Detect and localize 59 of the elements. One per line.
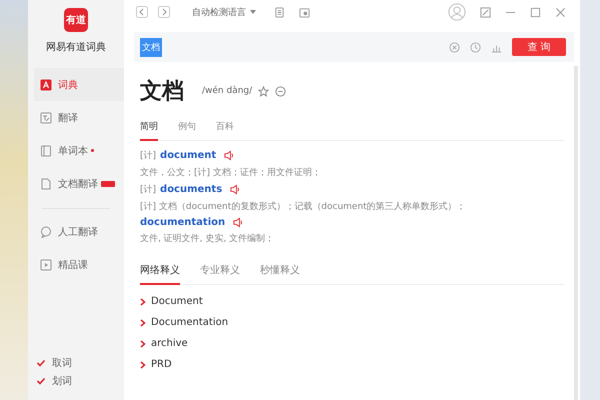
search-button[interactable]: 查 询 <box>512 38 566 56</box>
sidebar-item[interactable]: 人工翻译 <box>34 215 124 248</box>
chevron-icon[interactable] <box>140 298 146 306</box>
phonetic: /wén dàng/ <box>202 86 252 96</box>
minus-circle-icon[interactable] <box>275 86 286 96</box>
search-field[interactable]: 文档 <box>140 38 162 56</box>
history-clock-icon[interactable] <box>470 42 481 52</box>
language-dropdown[interactable]: 自动检测语言 <box>188 6 260 18</box>
forward-button[interactable] <box>158 6 170 18</box>
term-link[interactable]: documents <box>160 184 222 195</box>
user-avatar-icon[interactable] <box>448 3 466 21</box>
translate-icon <box>40 112 52 124</box>
chevron-icon[interactable] <box>140 318 146 326</box>
screenshot-icon[interactable] <box>299 6 310 18</box>
tab[interactable]: 专业释义 <box>200 263 240 285</box>
chevron-icon[interactable] <box>140 360 146 368</box>
sidebar-item[interactable]: 精品课 <box>34 248 124 281</box>
domain-tag: [计] <box>140 183 156 196</box>
caret-icon <box>250 10 256 14</box>
sidebar-item[interactable]: 翻译 <box>34 101 124 134</box>
tab[interactable]: 例句 <box>178 120 196 141</box>
tab[interactable]: 百科 <box>216 120 234 141</box>
sidebar-item[interactable]: 单词本 <box>34 134 124 167</box>
definition: [计] 文档（document的复数形式）；记载（document的第三人称单数形式）； <box>140 200 467 213</box>
speaker-icon[interactable] <box>230 184 242 195</box>
tab[interactable]: 秒懂释义 <box>260 263 300 285</box>
term-link[interactable]: documentation <box>140 217 226 228</box>
star-icon[interactable] <box>258 86 270 96</box>
web-definition[interactable]: Document <box>151 296 203 307</box>
web-definition[interactable]: archive <box>151 338 188 349</box>
close-icon[interactable] <box>555 6 566 18</box>
maximize-icon[interactable] <box>530 6 541 18</box>
definition: 文件，公文；[计] 文档；证件；用文件证明； <box>140 166 322 179</box>
web-definition[interactable]: PRD <box>151 359 172 370</box>
domain-tag: [计] <box>140 149 156 162</box>
play-icon <box>40 258 52 270</box>
back-button[interactable] <box>136 6 148 18</box>
document-icon <box>40 178 52 190</box>
app-name: 网易有道词典 <box>46 40 106 54</box>
sidebar-item[interactable]: 文档翻译 <box>34 167 124 200</box>
mini-mode-icon[interactable] <box>480 6 491 18</box>
app-logo: 有道 <box>64 8 88 32</box>
sidebar-item[interactable]: 词典 <box>34 68 124 101</box>
dictionary-icon <box>40 78 52 90</box>
tab[interactable]: 网络释义 <box>140 263 180 285</box>
web-definition[interactable]: Documentation <box>151 317 228 328</box>
option-checkbox[interactable]: 划词 <box>36 374 124 388</box>
chat-bubble-icon <box>40 226 52 238</box>
document-icon[interactable] <box>274 6 285 18</box>
tab[interactable]: 简明 <box>140 120 158 141</box>
definition: 文件, 证明文件, 史实, 文件编制； <box>140 232 276 245</box>
term-link[interactable]: document <box>160 150 216 161</box>
speaker-icon[interactable] <box>233 217 244 228</box>
option-checkbox[interactable]: 取词 <box>36 356 124 370</box>
book-icon <box>40 144 52 156</box>
headword: 文档 <box>140 78 184 106</box>
chevron-icon[interactable] <box>140 340 146 348</box>
clear-icon[interactable] <box>449 42 460 52</box>
speaker-icon[interactable] <box>224 150 236 161</box>
